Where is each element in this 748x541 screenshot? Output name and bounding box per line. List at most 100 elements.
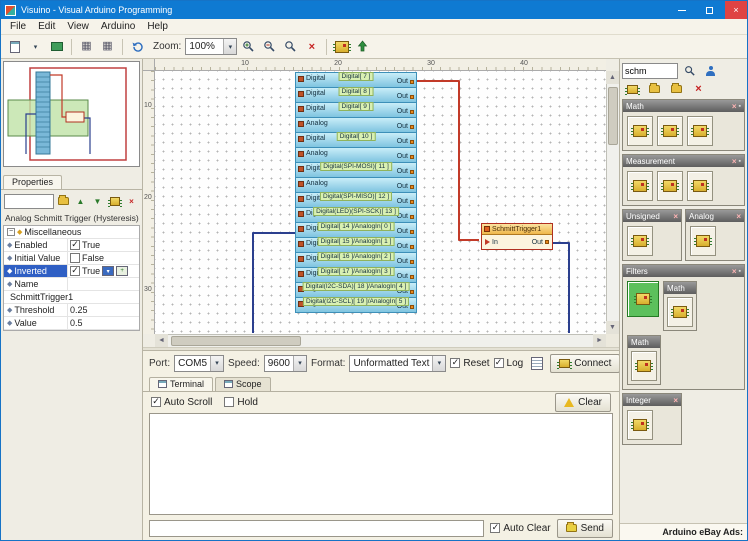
property-checkbox[interactable] xyxy=(70,253,80,263)
scroll-up-button[interactable]: ▲ xyxy=(606,71,619,84)
new-project-dropdown[interactable]: ▾ xyxy=(26,37,45,56)
pin-out-port[interactable]: Out xyxy=(397,108,414,115)
property-value-cell[interactable]: 0.5 ▾ + xyxy=(68,317,139,329)
arduino-pin-block[interactable]: Analog Out xyxy=(295,147,417,163)
pin-out-port[interactable]: Out xyxy=(397,183,414,190)
category-header[interactable]: Math × ▪ xyxy=(623,100,744,112)
category-header[interactable]: Math xyxy=(628,336,660,348)
undo-button[interactable] xyxy=(128,37,147,56)
hold-checkbox-group[interactable]: Hold xyxy=(224,397,258,408)
autoclear-checkbox[interactable] xyxy=(490,523,501,533)
reset-checkbox[interactable] xyxy=(450,358,461,368)
palette-collapse-all-button[interactable] xyxy=(667,80,686,99)
component-tile[interactable] xyxy=(627,226,653,256)
component-header[interactable]: SchmittTrigger1 xyxy=(482,224,552,235)
port-select[interactable]: COM5 ▾ xyxy=(174,354,225,372)
board-preview-minimap[interactable] xyxy=(3,61,140,167)
terminal-tab[interactable]: Scope xyxy=(215,377,271,391)
arduino-pin-block[interactable]: Digital Digital(I2C-SCL)[ 19 ]/AnalogIn[… xyxy=(295,297,417,313)
pin-out-port[interactable]: Out xyxy=(397,258,414,265)
pin-out-port[interactable]: Out xyxy=(397,78,414,85)
property-value-cell[interactable]: ▾ + xyxy=(68,278,139,290)
toggle-grid-button[interactable]: ▦ xyxy=(77,37,96,56)
component-tile[interactable] xyxy=(627,171,653,201)
component-tile[interactable] xyxy=(627,410,653,440)
categorized-view-button[interactable] xyxy=(56,194,71,209)
autoscroll-checkbox[interactable] xyxy=(151,397,161,407)
zoom-in-button[interactable] xyxy=(239,37,258,56)
component-tile-selected-schmitt-trigger[interactable] xyxy=(627,281,659,317)
scroll-right-button[interactable]: ► xyxy=(593,334,606,347)
autoscroll-checkbox-group[interactable]: Auto Scroll xyxy=(151,397,212,408)
arduino-pin-block[interactable]: Digital Digital(SPI-MISO)[ 12 ] Out xyxy=(295,192,417,208)
design-canvas[interactable]: Digital Digital[ 7 ] Out Digital Digital… xyxy=(155,71,606,334)
minimize-button[interactable] xyxy=(671,1,693,19)
arduino-pin-block[interactable]: Analog Out xyxy=(295,177,417,193)
add-component-button[interactable] xyxy=(332,37,351,56)
log-checkbox[interactable] xyxy=(493,358,504,368)
sort-ascending-button[interactable]: ▲ xyxy=(73,194,88,209)
sort-descending-button[interactable]: ▼ xyxy=(90,194,105,209)
component-tile[interactable] xyxy=(627,116,653,146)
send-input[interactable] xyxy=(149,519,485,537)
property-row[interactable]: − ◆ Enabled True ▾ + xyxy=(4,239,139,252)
component-in-port[interactable]: In xyxy=(485,239,498,246)
arduino-pin-block[interactable]: Digital Digital[ 8 ] Out xyxy=(295,87,417,103)
menu-item[interactable]: View xyxy=(61,20,95,33)
toggle-components-button[interactable]: ▦ xyxy=(98,37,117,56)
arduino-pin-block[interactable]: Digital Digital[ 14 ]/AnalogIn[ 0 ] Out xyxy=(295,222,417,238)
open-log-button[interactable] xyxy=(527,354,546,373)
component-tile[interactable] xyxy=(631,351,657,381)
close-properties-button[interactable]: × xyxy=(124,194,139,209)
zoom-out-button[interactable] xyxy=(260,37,279,56)
arduino-pin-block[interactable]: Digital Digital[ 10 ] Out xyxy=(295,132,417,148)
pin-out-port[interactable]: Out xyxy=(397,93,414,100)
hold-checkbox[interactable] xyxy=(224,397,235,407)
category-header[interactable]: Filters × ▪ xyxy=(623,265,744,277)
category-close-icon[interactable]: × xyxy=(673,396,678,405)
palette-add-component-button[interactable] xyxy=(623,80,642,99)
component-tile[interactable] xyxy=(667,297,693,327)
arduino-pin-block[interactable]: Digital Digital(I2C-SDA)[ 18 ]/AnalogIn[… xyxy=(295,282,417,298)
pin-out-port[interactable]: Out xyxy=(397,153,414,160)
property-row[interactable]: − ◆ Threshold 0.25 ▾ + xyxy=(4,304,139,317)
property-row[interactable]: − ◆ Value 0.5 ▾ + xyxy=(4,317,139,330)
log-checkbox-group[interactable]: Log xyxy=(493,358,523,369)
category-close-icon[interactable]: × xyxy=(732,157,737,166)
canvas-vertical-scrollbar[interactable]: ▲ ▼ xyxy=(606,71,619,334)
component-tile[interactable] xyxy=(687,116,713,146)
delete-button[interactable]: × xyxy=(302,37,321,56)
property-checkbox[interactable] xyxy=(70,266,80,276)
terminal-tab[interactable]: Terminal xyxy=(149,377,214,391)
pin-out-port[interactable]: Out xyxy=(397,123,414,130)
arduino-pin-block[interactable]: Digital Digital(SPI-MOSI)[ 11 ] Out xyxy=(295,162,417,178)
autoclear-checkbox-group[interactable]: Auto Clear xyxy=(490,523,551,534)
property-value-cell[interactable]: 0.25 ▾ + xyxy=(68,304,139,316)
arduino-pin-block[interactable]: Analog Out xyxy=(295,117,417,133)
pin-out-port[interactable]: Out xyxy=(397,138,414,145)
property-value-cell[interactable]: False ▾ + xyxy=(68,252,139,264)
wire-blue-left[interactable] xyxy=(252,232,295,333)
palette-expand-all-button[interactable] xyxy=(645,80,664,99)
category-header[interactable]: Unsigned × xyxy=(623,210,681,222)
arduino-pin-block[interactable]: Digital Digital[ 7 ] Out xyxy=(295,72,417,88)
scroll-down-button[interactable]: ▼ xyxy=(606,321,619,334)
pin-out-port[interactable]: Out xyxy=(397,243,414,250)
arduino-pin-block[interactable]: Digital Digital[ 9 ] Out xyxy=(295,102,417,118)
zoom-select[interactable]: 100% ▾ xyxy=(185,38,238,55)
close-button[interactable]: × xyxy=(725,1,747,19)
zoom-reset-button[interactable] xyxy=(281,37,300,56)
pin-out-port[interactable]: Out xyxy=(397,213,414,220)
canvas-horizontal-scrollbar[interactable]: ◄ ► xyxy=(155,334,606,347)
property-value-cell[interactable]: True ▾ + xyxy=(68,265,139,277)
component-tile[interactable] xyxy=(687,171,713,201)
scroll-left-button[interactable]: ◄ xyxy=(155,334,168,347)
pin-out-port[interactable]: Out xyxy=(397,168,414,175)
pin-out-port[interactable]: Out xyxy=(397,228,414,235)
category-close-icon[interactable]: × xyxy=(732,102,737,111)
category-pin-icon[interactable]: ▪ xyxy=(739,103,741,110)
pin-out-port[interactable]: Out xyxy=(397,198,414,205)
category-pin-icon[interactable]: ▪ xyxy=(739,268,741,275)
property-more-button[interactable]: + xyxy=(116,266,129,276)
arduino-pin-block[interactable]: Digital Digital[ 15 ]/AnalogIn[ 1 ] Out xyxy=(295,237,417,253)
